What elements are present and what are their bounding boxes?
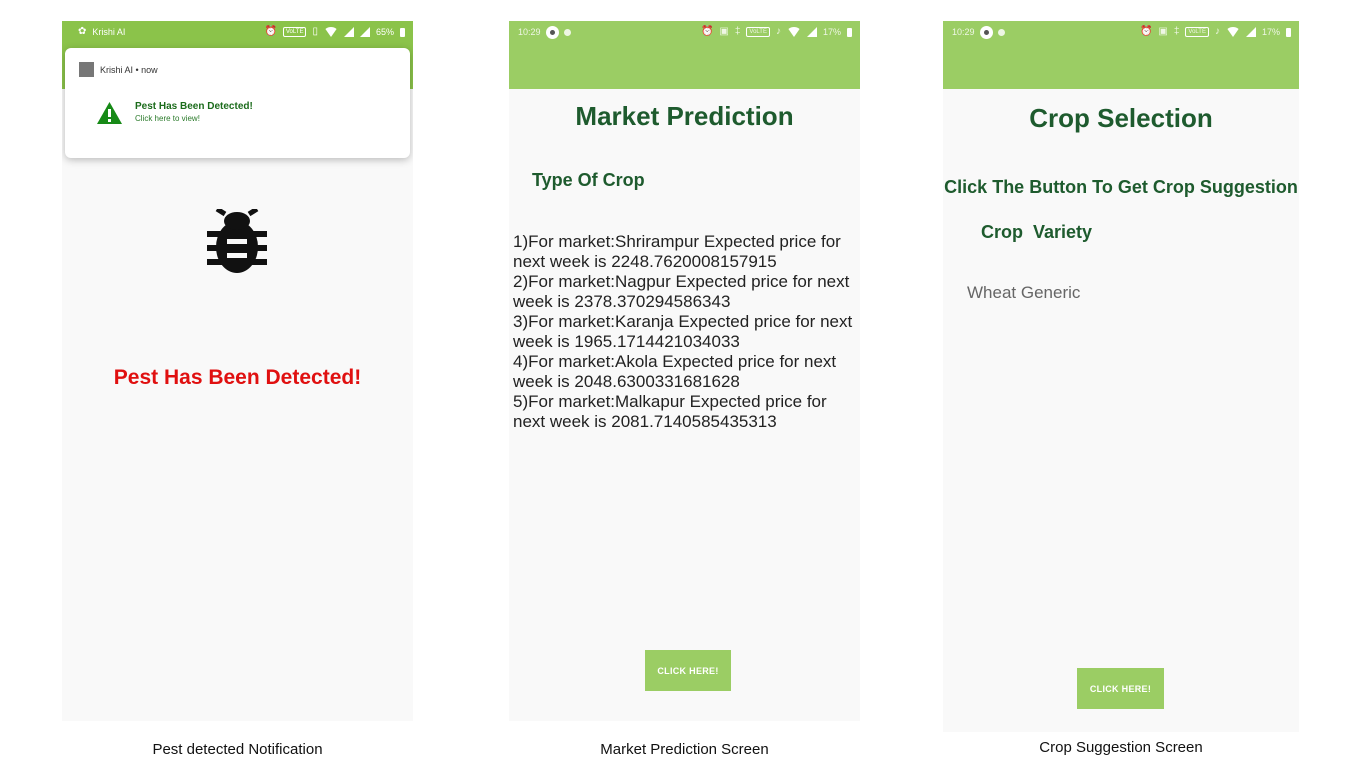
notification-title: Pest Has Been Detected!: [135, 101, 253, 112]
bell-icon: ♪: [1214, 26, 1220, 37]
notification-header: Krishi AI • now: [79, 62, 158, 77]
alarm-icon: ⏰: [1139, 26, 1153, 37]
app-logo-icon: [545, 25, 559, 39]
caption-market: Market Prediction Screen: [600, 741, 769, 758]
bell-icon: ♪: [775, 26, 781, 37]
alarm-icon: ⏰: [264, 26, 277, 37]
status-time: 10:29: [952, 27, 975, 37]
notification-subtitle[interactable]: Click here to view!: [135, 114, 200, 123]
instruction-text: Click The Button To Get Crop Suggestion: [944, 177, 1298, 197]
app-icon: [79, 62, 94, 77]
click-here-button[interactable]: CLICK HERE!: [1077, 668, 1164, 709]
signal-icon: [1245, 27, 1256, 37]
app-bar: 10:29 ⏰ ▣ ‡ VoLTE ♪ 17%: [509, 21, 860, 89]
status-app-name: Krishi AI: [92, 27, 126, 37]
app-logo-icon: [979, 25, 993, 39]
notification-dot: •: [133, 64, 142, 75]
battery-icon: [1286, 27, 1291, 37]
crop-suggestion-result: Wheat Generic: [967, 283, 1081, 302]
volte-badge: VoLTE: [282, 27, 307, 37]
wifi-icon: [786, 27, 801, 37]
column-crop-label: Crop: [981, 222, 1023, 242]
list-item: 1)For market:Shrirampur Expected price f…: [513, 232, 841, 271]
click-here-button[interactable]: CLICK HERE!: [645, 650, 731, 691]
vibrate-icon: ‡: [1173, 26, 1180, 37]
status-dot-icon: [563, 28, 571, 36]
list-item: 2)For market:Nagpur Expected price for n…: [513, 272, 850, 311]
signal-icon-2: [359, 27, 370, 37]
battery-percent: 17%: [822, 27, 841, 37]
caption-pest: Pest detected Notification: [152, 741, 323, 758]
wifi-icon: [323, 27, 338, 37]
battery-percent: 65%: [375, 27, 394, 37]
nfc-icon: ▣: [1158, 26, 1168, 37]
crop-screen: 10:29 ⏰ ▣ ‡ VoLTE ♪ 17% Crop Selection C…: [943, 21, 1299, 732]
list-item: 5)For market:Malkapur Expected price for…: [513, 392, 827, 431]
wifi-icon: [1225, 27, 1240, 37]
battery-icon: [400, 27, 405, 37]
page-title: Market Prediction: [575, 101, 794, 131]
column-variety-label: Variety: [1033, 222, 1093, 242]
prediction-list: 1)For market:Shrirampur Expected price f…: [513, 232, 858, 432]
pest-screen: ✿ Krishi AI ⏰ VoLTE ▯ 65% Krishi AI • no…: [62, 21, 413, 721]
crop-type-label: Type Of Crop: [532, 170, 645, 190]
vibrate-icon: ▯: [312, 26, 318, 37]
app-logo-icon: ✿: [78, 26, 87, 37]
bug-icon: [207, 209, 267, 273]
battery-percent: 17%: [1261, 27, 1280, 37]
notification-app-name: Krishi AI: [100, 64, 134, 75]
signal-icon: [343, 27, 354, 37]
list-item: 3)For market:Karanja Expected price for …: [513, 312, 853, 351]
alarm-icon: ⏰: [700, 26, 714, 37]
market-screen: 10:29 ⏰ ▣ ‡ VoLTE ♪ 17% Market Predictio…: [509, 21, 860, 721]
app-bar: 10:29 ⏰ ▣ ‡ VoLTE ♪ 17%: [943, 21, 1299, 89]
caption-crop: Crop Suggestion Screen: [1039, 739, 1203, 756]
page-title: Crop Selection: [1029, 103, 1213, 133]
notification-time: now: [141, 64, 158, 75]
status-time: 10:29: [518, 27, 541, 37]
status-dot-icon: [997, 28, 1005, 36]
signal-icon: [806, 27, 817, 37]
battery-icon: [847, 27, 852, 37]
list-item: 4)For market:Akola Expected price for ne…: [513, 352, 837, 391]
warning-icon: [97, 102, 122, 124]
pest-notification[interactable]: Krishi AI • now Pest Has Been Detected! …: [65, 48, 410, 158]
nfc-icon: ▣: [719, 26, 729, 37]
volte-badge: VoLTE: [1185, 27, 1209, 37]
pest-detected-message: Pest Has Been Detected!: [113, 366, 362, 389]
vibrate-icon: ‡: [734, 26, 741, 37]
volte-badge: VoLTE: [746, 27, 770, 37]
